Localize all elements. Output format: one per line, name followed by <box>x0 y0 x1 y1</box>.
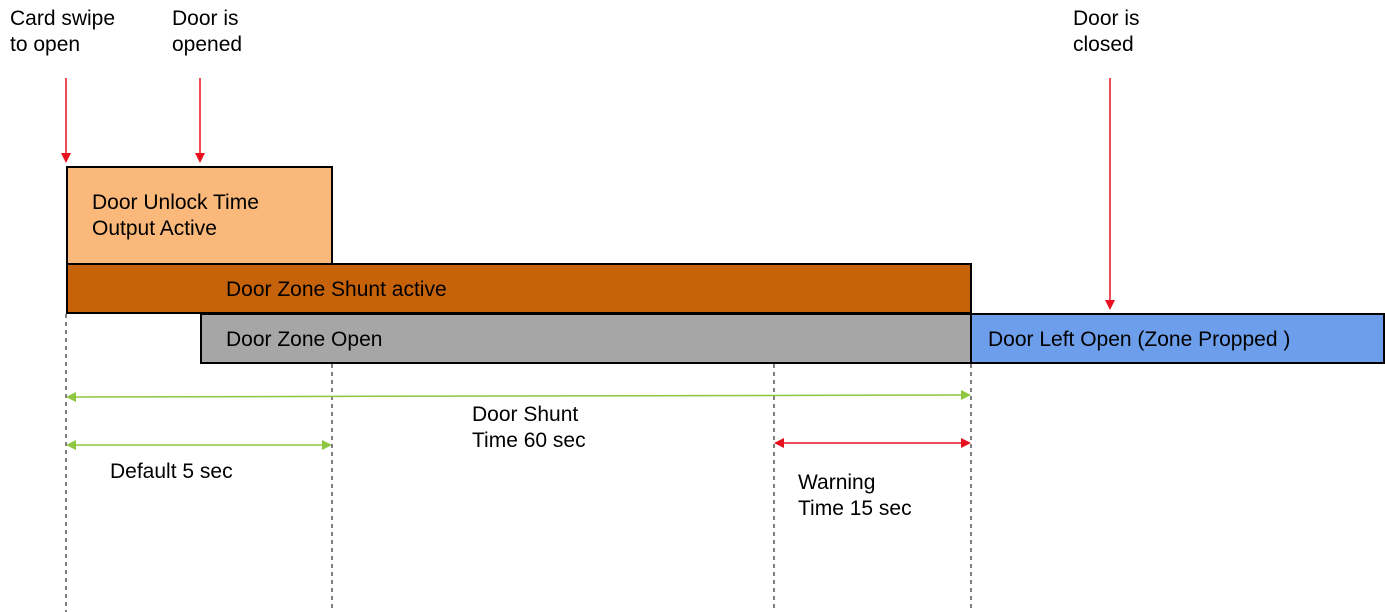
shunt-time-arrow <box>66 390 971 402</box>
timeline-lines <box>61 78 1115 612</box>
